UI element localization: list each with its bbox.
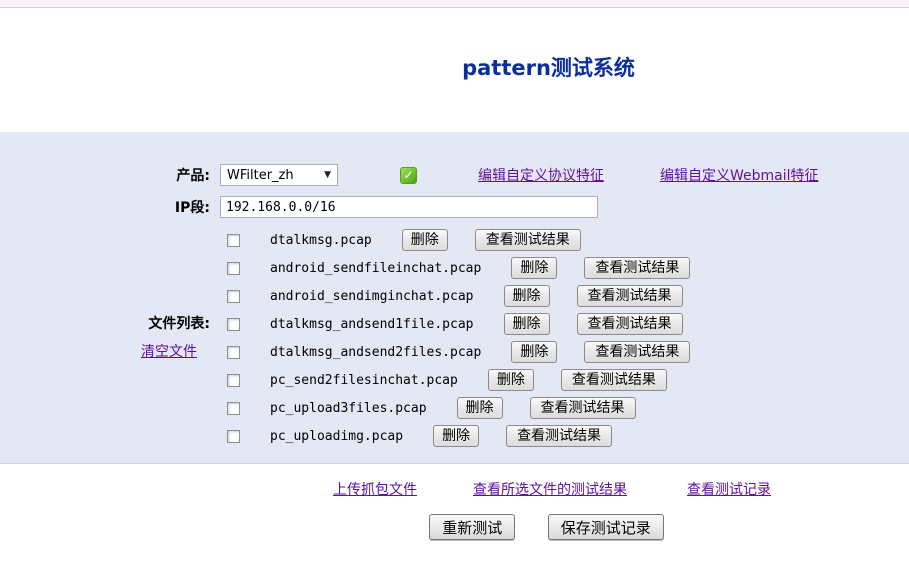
view-results-button[interactable]: 查看测试结果 bbox=[561, 369, 667, 391]
footer: 上传抓包文件 查看所选文件的测试结果 查看测试记录 重新测试 保存测试记录 bbox=[0, 464, 909, 540]
file-name: android_sendimginchat.pcap bbox=[270, 289, 474, 304]
view-results-button[interactable]: 查看测试结果 bbox=[577, 313, 683, 335]
clear-files-link[interactable]: 清空文件 bbox=[141, 338, 197, 366]
retest-button[interactable]: 重新测试 bbox=[429, 514, 515, 540]
view-results-button[interactable]: 查看测试结果 bbox=[475, 229, 581, 251]
file-checkbox[interactable] bbox=[227, 262, 240, 275]
file-name: dtalkmsg_andsend1file.pcap bbox=[270, 317, 474, 332]
edit-protocol-features-link[interactable]: 编辑自定义协议特征 bbox=[478, 165, 604, 185]
delete-file-button[interactable]: 删除 bbox=[402, 229, 448, 251]
file-checkbox[interactable] bbox=[227, 234, 240, 247]
ip-range-input[interactable] bbox=[220, 196, 598, 218]
file-list-label: 文件列表: bbox=[0, 310, 210, 338]
file-name: dtalkmsg.pcap bbox=[270, 233, 372, 248]
file-name: dtalkmsg_andsend2files.pcap bbox=[270, 345, 481, 360]
file-row: pc_uploadimg.pcap 删除 查看测试结果 bbox=[210, 422, 909, 450]
view-results-button[interactable]: 查看测试结果 bbox=[530, 397, 636, 419]
view-results-button[interactable]: 查看测试结果 bbox=[506, 425, 612, 447]
file-rows: dtalkmsg.pcap 删除 查看测试结果 android_sendfile… bbox=[210, 226, 909, 450]
file-list-left-column: 文件列表: 清空文件 bbox=[0, 226, 210, 450]
product-select[interactable]: WFilter_zh ▼ bbox=[220, 164, 338, 186]
file-name: pc_send2filesinchat.pcap bbox=[270, 373, 458, 388]
file-row: pc_send2filesinchat.pcap 删除 查看测试结果 bbox=[210, 366, 909, 394]
delete-file-button[interactable]: 删除 bbox=[511, 341, 557, 363]
product-label: 产品: bbox=[0, 165, 210, 185]
view-results-button[interactable]: 查看测试结果 bbox=[584, 341, 690, 363]
file-checkbox[interactable] bbox=[227, 430, 240, 443]
product-select-value: WFilter_zh bbox=[227, 168, 320, 183]
file-name: pc_upload3files.pcap bbox=[270, 401, 427, 416]
chevron-down-icon: ▼ bbox=[324, 170, 331, 180]
file-checkbox[interactable] bbox=[227, 374, 240, 387]
delete-file-button[interactable]: 删除 bbox=[504, 285, 550, 307]
page-title: pattern测试系统 bbox=[462, 52, 635, 82]
footer-buttons: 重新测试 保存测试记录 bbox=[0, 514, 909, 540]
file-name: pc_uploadimg.pcap bbox=[270, 429, 403, 444]
file-checkbox[interactable] bbox=[227, 290, 240, 303]
save-test-record-button[interactable]: 保存测试记录 bbox=[548, 514, 664, 540]
file-row: dtalkmsg_andsend1file.pcap 删除 查看测试结果 bbox=[210, 310, 909, 338]
file-name: android_sendfileinchat.pcap bbox=[270, 261, 481, 276]
ip-range-label: IP段: bbox=[0, 197, 210, 217]
view-results-button[interactable]: 查看测试结果 bbox=[584, 257, 690, 279]
footer-links: 上传抓包文件 查看所选文件的测试结果 查看测试记录 bbox=[333, 478, 909, 500]
file-row: pc_upload3files.pcap 删除 查看测试结果 bbox=[210, 394, 909, 422]
file-row: dtalkmsg.pcap 删除 查看测试结果 bbox=[210, 226, 909, 254]
main-panel: 产品: WFilter_zh ▼ ✓ 编辑自定义协议特征 编辑自定义Webmai… bbox=[0, 132, 909, 464]
file-checkbox[interactable] bbox=[227, 318, 240, 331]
delete-file-button[interactable]: 删除 bbox=[488, 369, 534, 391]
file-checkbox[interactable] bbox=[227, 346, 240, 359]
file-list-section: 文件列表: 清空文件 dtalkmsg.pcap 删除 查看测试结果 andro… bbox=[0, 226, 909, 450]
delete-file-button[interactable]: 删除 bbox=[433, 425, 479, 447]
upload-capture-file-link[interactable]: 上传抓包文件 bbox=[333, 479, 417, 499]
view-results-button[interactable]: 查看测试结果 bbox=[577, 285, 683, 307]
delete-file-button[interactable]: 删除 bbox=[511, 257, 557, 279]
ip-range-row: IP段: bbox=[0, 196, 909, 218]
product-row: 产品: WFilter_zh ▼ ✓ 编辑自定义协议特征 编辑自定义Webmai… bbox=[0, 163, 909, 187]
delete-file-button[interactable]: 删除 bbox=[504, 313, 550, 335]
top-accent-bar bbox=[0, 0, 909, 8]
edit-webmail-features-link[interactable]: 编辑自定义Webmail特征 bbox=[660, 165, 819, 185]
file-row: android_sendfileinchat.pcap 删除 查看测试结果 bbox=[210, 254, 909, 282]
delete-file-button[interactable]: 删除 bbox=[457, 397, 503, 419]
file-row: android_sendimginchat.pcap 删除 查看测试结果 bbox=[210, 282, 909, 310]
file-row: dtalkmsg_andsend2files.pcap 删除 查看测试结果 bbox=[210, 338, 909, 366]
view-test-records-link[interactable]: 查看测试记录 bbox=[687, 479, 771, 499]
file-checkbox[interactable] bbox=[227, 402, 240, 415]
check-icon: ✓ bbox=[400, 167, 417, 184]
page-header: pattern测试系统 bbox=[0, 8, 909, 132]
view-selected-results-link[interactable]: 查看所选文件的测试结果 bbox=[473, 479, 627, 499]
